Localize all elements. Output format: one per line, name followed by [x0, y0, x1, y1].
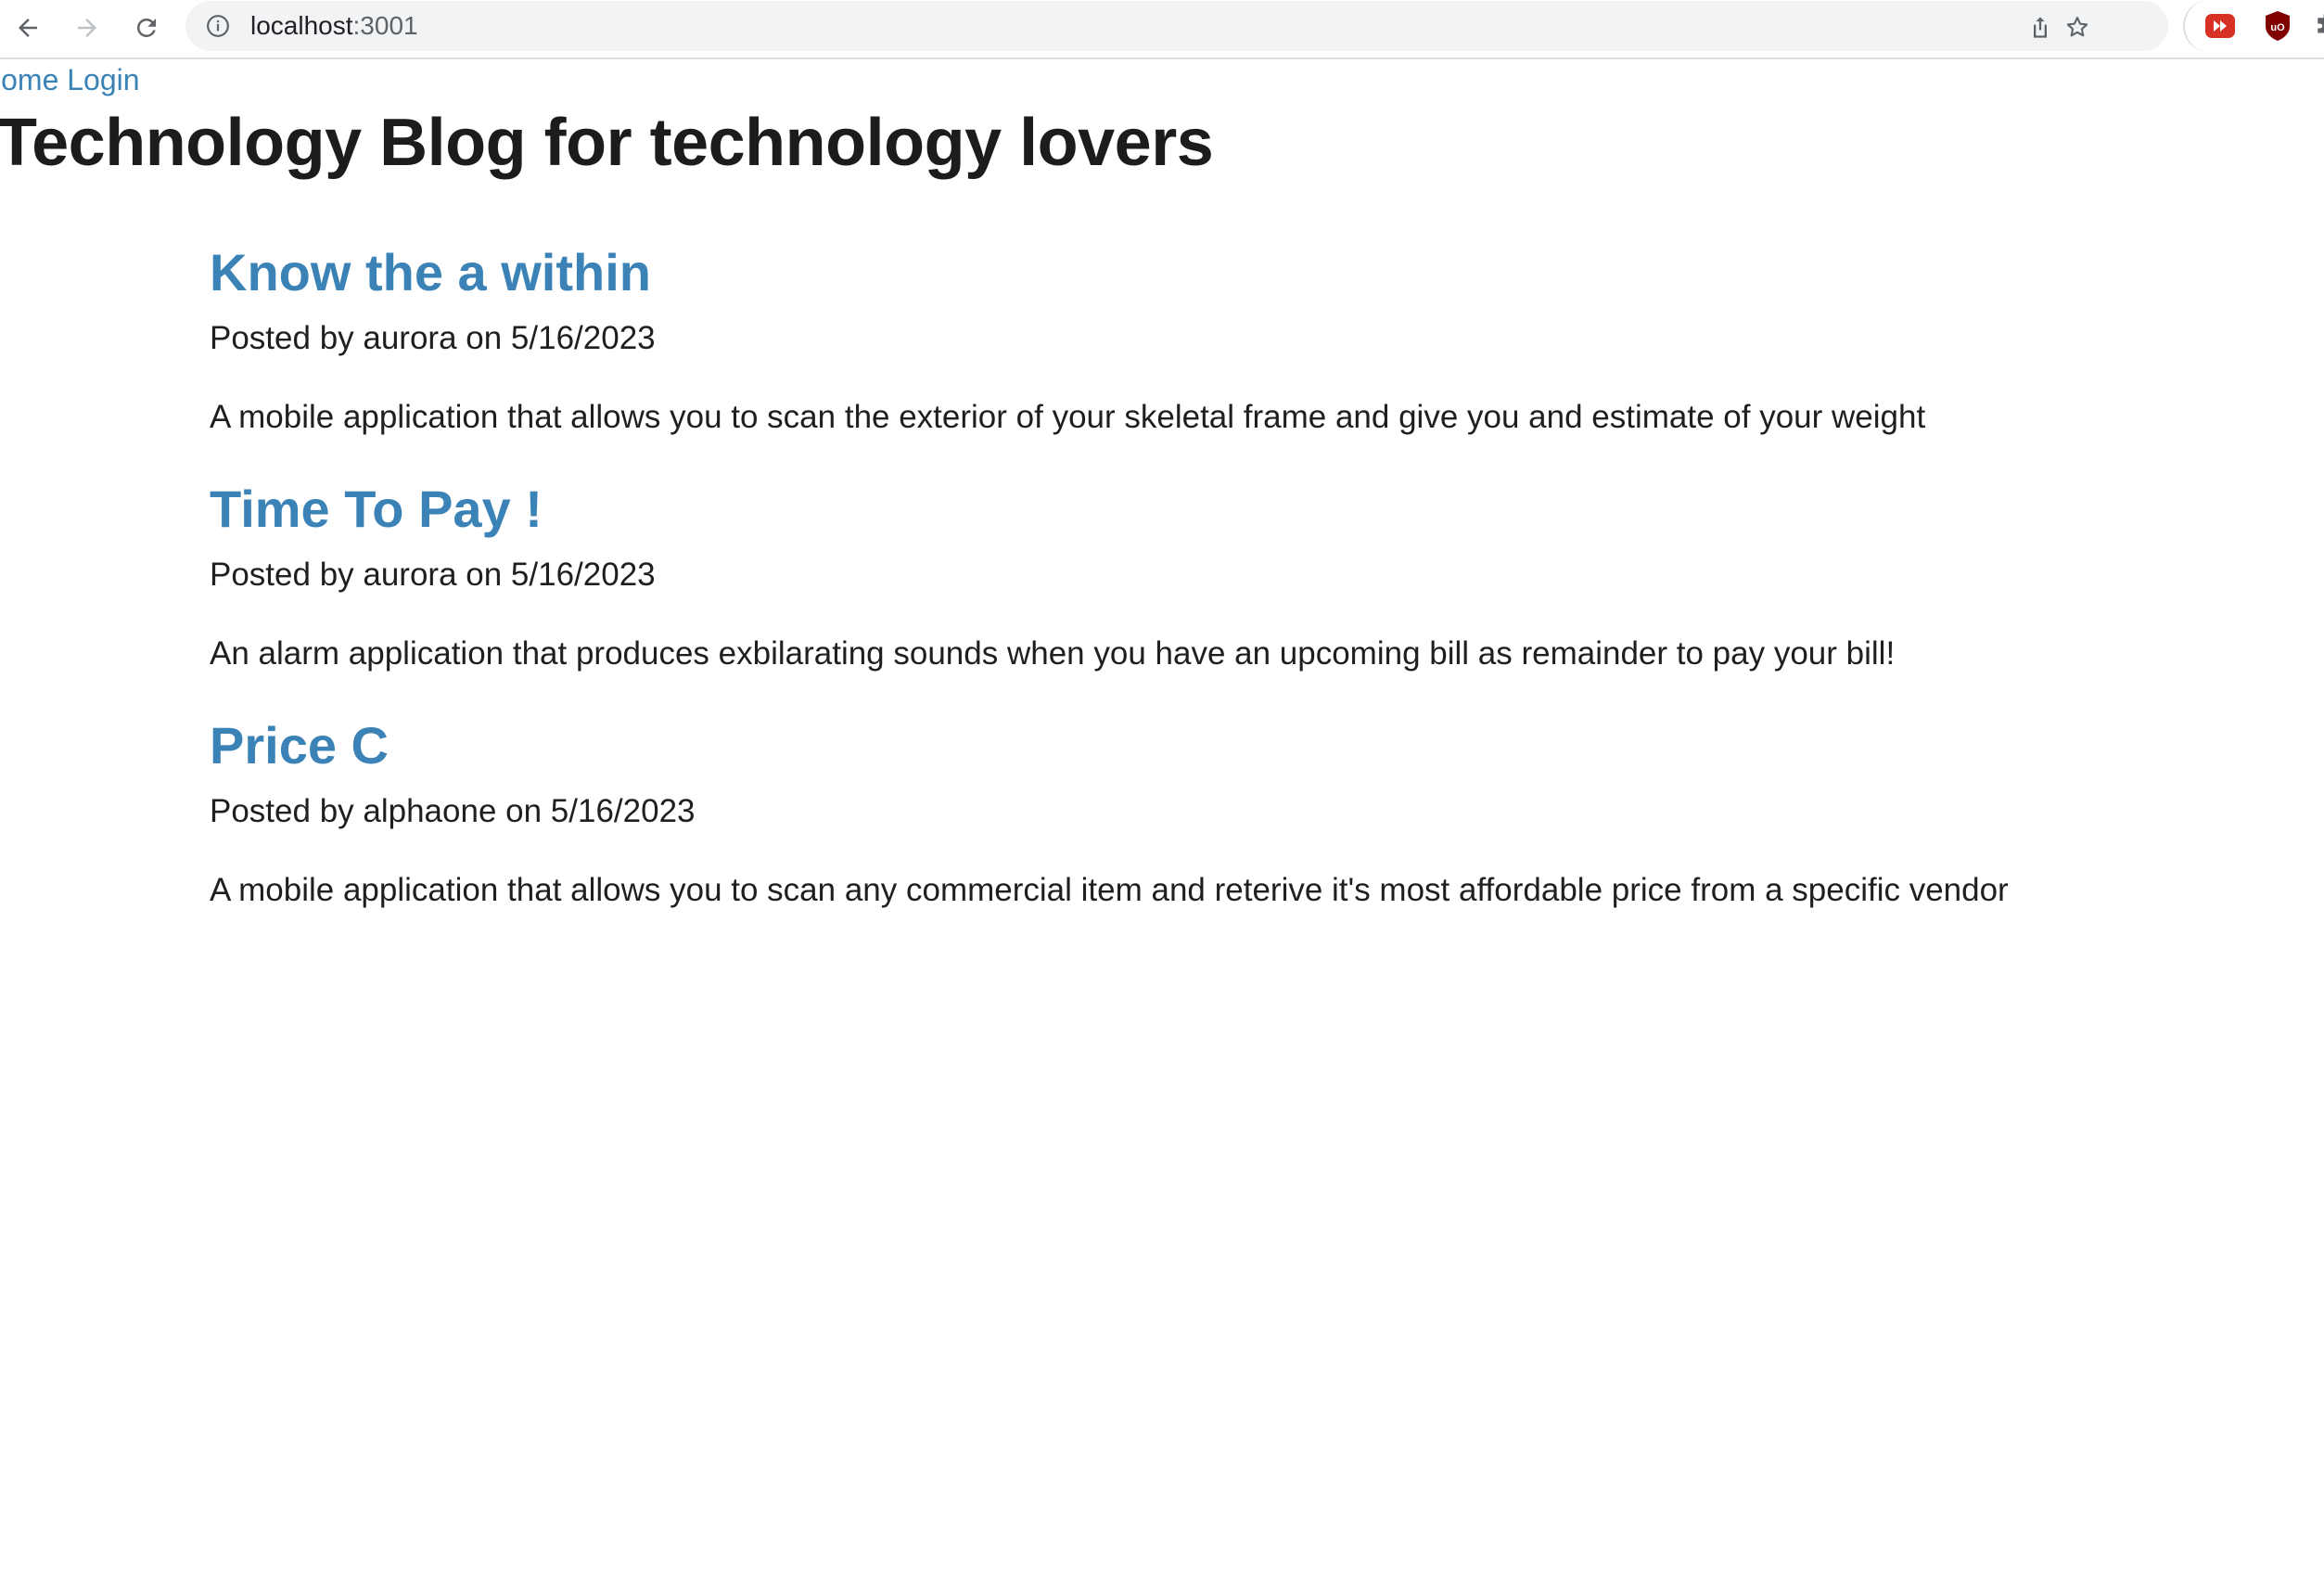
browser-toolbar: localhost:3001 uO — [0, 0, 2324, 59]
top-nav: Home Login — [0, 61, 140, 98]
nav-login-link[interactable]: Login — [67, 63, 139, 96]
post-list: Know the a within Posted by aurora on 5/… — [210, 241, 2250, 951]
url-port: :3001 — [352, 11, 418, 40]
post-title-link[interactable]: Know the a within — [210, 241, 651, 304]
share-icon[interactable] — [2022, 8, 2059, 45]
info-icon[interactable] — [206, 14, 230, 38]
post-item: Time To Pay ! Posted by aurora on 5/16/2… — [210, 478, 2250, 714]
forward-arrow-icon[interactable] — [67, 7, 108, 48]
post-body: An alarm application that produces exbil… — [210, 635, 1896, 672]
url-text: localhost:3001 — [250, 1, 418, 51]
post-item: Price C Posted by alphaone on 5/16/2023 … — [210, 714, 2250, 951]
ublock-extension-icon[interactable]: uO — [2261, 9, 2294, 43]
post-meta: Posted by aurora on 5/16/2023 — [210, 557, 656, 593]
site-title: Technology Blog for technology lovers — [0, 106, 1214, 180]
nav-home-link[interactable]: Home — [0, 63, 58, 96]
post-meta: Posted by alphaone on 5/16/2023 — [210, 793, 696, 829]
puzzle-icon[interactable] — [2309, 9, 2324, 43]
url-host: localhost — [250, 11, 353, 40]
post-body: A mobile application that allows you to … — [210, 872, 2009, 908]
address-bar[interactable]: localhost:3001 — [185, 1, 2168, 51]
post-body: A mobile application that allows you to … — [210, 399, 1926, 435]
post-title-link[interactable]: Price C — [210, 714, 389, 777]
back-arrow-icon[interactable] — [7, 7, 48, 48]
ublock-label: uO — [2270, 22, 2285, 33]
post-title-link[interactable]: Time To Pay ! — [210, 478, 543, 541]
post-item: Know the a within Posted by aurora on 5/… — [210, 241, 2250, 478]
extensions-area: uO — [2183, 0, 2324, 52]
page-content: Home Login Technology Blog for technolog… — [0, 59, 2324, 1575]
star-icon[interactable] — [2059, 8, 2096, 45]
youtube-extension-icon[interactable] — [2203, 9, 2237, 43]
reload-icon[interactable] — [126, 7, 167, 48]
post-meta: Posted by aurora on 5/16/2023 — [210, 320, 656, 356]
